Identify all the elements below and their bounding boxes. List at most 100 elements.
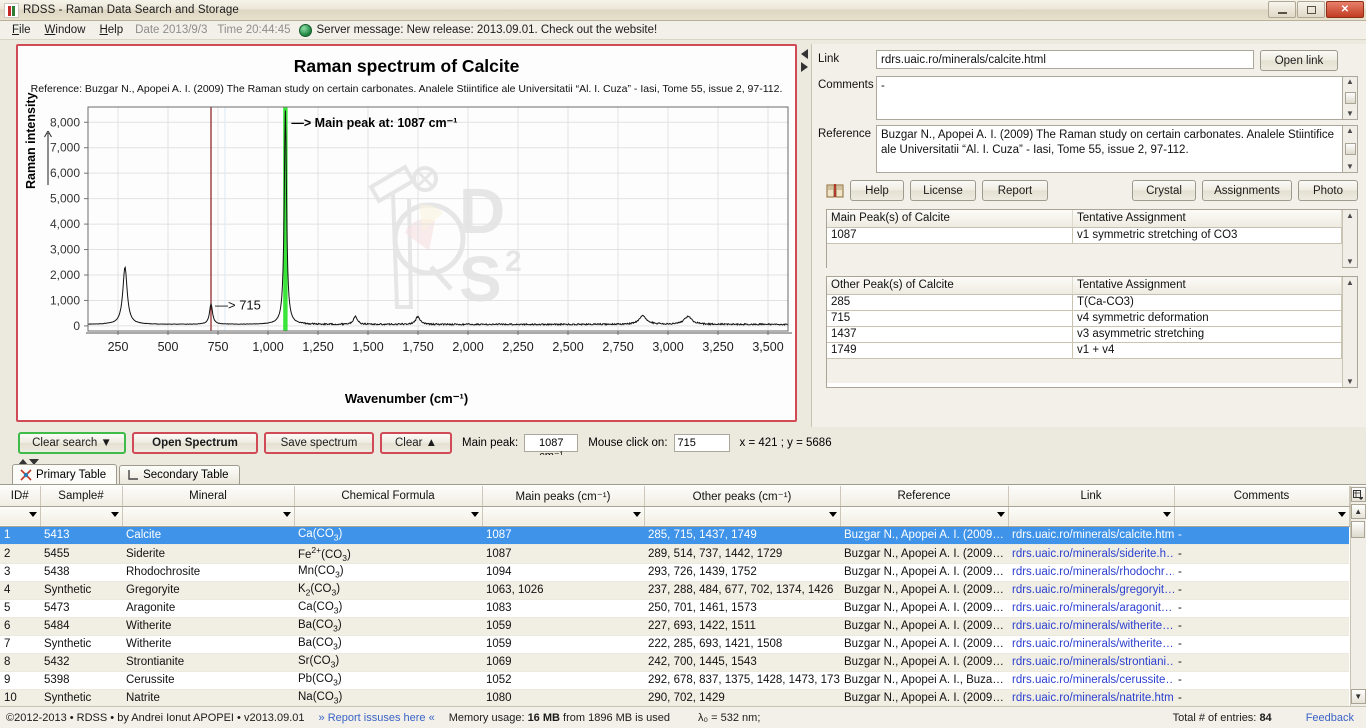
link-text[interactable]: rdrs.uaic.ro/minerals/calcite.html	[1012, 529, 1174, 541]
filter-dropdown-icon[interactable]	[632, 511, 641, 517]
save-spectrum-button[interactable]: Save spectrum	[264, 432, 374, 454]
expand-right-icon[interactable]	[800, 62, 808, 72]
table-row[interactable]: 1 5413 Calcite Ca(CO3) 1087 285, 715, 1437, 1…	[0, 526, 1349, 545]
scroll-up-icon[interactable]: ▲	[1346, 278, 1354, 287]
spectrum-plot[interactable]: 0 1,000 2,000 3,000 4,000 5,000 6,000 7,000 8,00…	[18, 101, 798, 389]
scroll-down-icon[interactable]: ▼	[1346, 257, 1354, 266]
menu-window[interactable]: Window	[38, 23, 93, 37]
filter-dropdown-icon[interactable]	[282, 511, 291, 517]
panel-splitter[interactable]	[797, 44, 811, 427]
maximize-button[interactable]	[1297, 1, 1325, 18]
mouse-click-input[interactable]	[673, 434, 730, 452]
filter-dropdown-icon[interactable]	[28, 511, 37, 517]
link-text[interactable]: rdrs.uaic.ro/minerals/siderite.h…	[1012, 548, 1174, 560]
report-issues-link[interactable]: » Report issuses here «	[319, 712, 435, 724]
minimize-button[interactable]	[1268, 1, 1296, 18]
comments-textarea[interactable]: -	[876, 76, 1343, 120]
link-text[interactable]: rdrs.uaic.ro/minerals/strontiani…	[1012, 656, 1174, 668]
clear-button[interactable]: Clear ▲	[380, 432, 452, 454]
filter-cell-0[interactable]	[0, 506, 41, 527]
table-row[interactable]: 5 5473 Aragonite Ca(CO3) 1083 250, 701, 1461,…	[0, 599, 1349, 618]
open-link-button[interactable]: Open link	[1260, 50, 1338, 71]
tab-secondary-table[interactable]: Secondary Table	[119, 465, 240, 484]
column-chooser-icon[interactable]	[1350, 487, 1366, 502]
link-text[interactable]: rdrs.uaic.ro/minerals/gregoryit…	[1012, 584, 1174, 596]
filter-cell-3[interactable]	[294, 506, 483, 527]
filter-cell-2[interactable]	[122, 506, 295, 527]
scroll-thumb[interactable]	[1344, 143, 1356, 155]
scroll-down-button[interactable]: ▼	[1350, 689, 1366, 704]
scroll-up-icon[interactable]: ▲	[1346, 127, 1354, 135]
filter-cell-5[interactable]	[644, 506, 841, 527]
filter-cell-1[interactable]	[40, 506, 123, 527]
collapse-left-icon[interactable]	[800, 49, 808, 59]
filter-cell-4[interactable]	[482, 506, 645, 527]
other-peaks-grid[interactable]: Other Peak(s) of Calcite Tentative Assig…	[826, 276, 1358, 388]
table-row[interactable]: 6 5484 Witherite Ba(CO3) 1059 227, 693, 1422,…	[0, 617, 1349, 636]
table-header-2[interactable]: Mineral	[122, 486, 295, 507]
close-button[interactable]: ✕	[1326, 1, 1364, 18]
assignments-button[interactable]: Assignments	[1202, 180, 1292, 201]
scroll-down-icon[interactable]: ▼	[1346, 110, 1354, 118]
clear-search-button[interactable]: Clear search ▼	[18, 432, 126, 454]
filter-cell-6[interactable]	[840, 506, 1009, 527]
filter-dropdown-icon[interactable]	[110, 511, 119, 517]
reference-scrollbar[interactable]: ▲ ▼	[1343, 125, 1358, 173]
table-header-3[interactable]: Chemical Formula	[294, 486, 483, 507]
table-header-6[interactable]: Reference	[840, 486, 1009, 507]
reference-textarea[interactable]: Buzgar N., Apopei A. I. (2009) The Raman…	[876, 125, 1343, 173]
scroll-down-icon[interactable]: ▼	[1346, 163, 1354, 171]
plot-area[interactable]: Raman intensity D S 2 0 1,000 2,000 3,00…	[18, 92, 798, 389]
table-header-7[interactable]: Link	[1008, 486, 1175, 507]
other-peaks-row[interactable]: 715 v4 symmetric deformation	[827, 311, 1342, 327]
table-header-1[interactable]: Sample#	[40, 486, 123, 507]
filter-dropdown-icon[interactable]	[1337, 511, 1346, 517]
photo-button[interactable]: Photo	[1298, 180, 1358, 201]
other-peaks-scrollbar[interactable]: ▲ ▼	[1342, 277, 1357, 387]
link-text[interactable]: rdrs.uaic.ro/minerals/witherite…	[1012, 638, 1174, 650]
main-peaks-row[interactable]: 1087 v1 symmetric stretching of CO3	[827, 228, 1342, 244]
table-filter-row[interactable]	[0, 506, 1350, 527]
menu-file[interactable]: File	[5, 23, 38, 37]
crystal-button[interactable]: Crystal	[1132, 180, 1196, 201]
horizontal-splitter[interactable]	[0, 455, 1366, 465]
table-row[interactable]: 7 Synthetic Witherite Ba(CO3) 1059 222, 285, …	[0, 635, 1349, 654]
menu-help[interactable]: Help	[92, 23, 130, 37]
tab-primary-table[interactable]: Primary Table	[12, 464, 118, 484]
link-text[interactable]: rdrs.uaic.ro/minerals/cerussite…	[1012, 674, 1174, 686]
feedback-link[interactable]: Feedback	[1306, 712, 1354, 724]
other-peaks-row[interactable]: 1749 v1 + v4	[827, 343, 1342, 359]
scroll-down-icon[interactable]: ▼	[1346, 377, 1354, 386]
scroll-up-icon[interactable]: ▲	[1346, 78, 1354, 86]
table-header-5[interactable]: Other peaks (cm⁻¹)	[644, 486, 841, 507]
open-spectrum-button[interactable]: Open Spectrum	[132, 432, 258, 454]
link-text[interactable]: rdrs.uaic.ro/minerals/natrite.html	[1012, 692, 1174, 704]
scroll-thumb[interactable]	[1344, 92, 1356, 104]
filter-dropdown-icon[interactable]	[1162, 511, 1171, 517]
filter-dropdown-icon[interactable]	[828, 511, 837, 517]
scroll-up-button[interactable]: ▲	[1350, 504, 1366, 519]
comments-scrollbar[interactable]: ▲ ▼	[1343, 76, 1358, 120]
results-table[interactable]: ID# Sample# Mineral Chemical Formula Main pe…	[0, 486, 1350, 706]
table-header-8[interactable]: Comments	[1174, 486, 1350, 507]
filter-dropdown-icon[interactable]	[996, 511, 1005, 517]
other-peaks-row[interactable]: 1437 v3 asymmetric stretching	[827, 327, 1342, 343]
table-row[interactable]: 4 Synthetic Gregoryite K2(CO3) 1063, 1026 237…	[0, 581, 1349, 600]
table-row[interactable]: 9 5398 Cerussite Pb(CO3) 1052 292, 678, 837, …	[0, 671, 1349, 690]
link-text[interactable]: rdrs.uaic.ro/minerals/aragonit…	[1012, 602, 1172, 614]
table-row[interactable]: 10 Synthetic Natrite Na(CO3) 1080 290, 702, 1…	[0, 689, 1349, 706]
filter-cell-7[interactable]	[1008, 506, 1175, 527]
other-peaks-row[interactable]: 285 T(Ca-CO3)	[827, 295, 1342, 311]
license-button[interactable]: License	[910, 180, 976, 201]
link-text[interactable]: rdrs.uaic.ro/minerals/witherite…	[1012, 620, 1174, 632]
scroll-thumb[interactable]	[1351, 521, 1366, 538]
table-row[interactable]: 2 5455 Siderite Fe2+(CO3) 1087 289, 514, 737,…	[0, 544, 1349, 564]
link-text[interactable]: rdrs.uaic.ro/minerals/rhodochr…	[1012, 566, 1174, 578]
spectrum-chart-panel[interactable]: Raman spectrum of Calcite Reference: Buz…	[16, 44, 798, 422]
help-button[interactable]: Help	[850, 180, 904, 201]
book-icon[interactable]	[826, 183, 844, 198]
report-button[interactable]: Report	[982, 180, 1048, 201]
table-vertical-scrollbar[interactable]: ▲ ▼	[1349, 486, 1366, 706]
main-peaks-grid[interactable]: Main Peak(s) of Calcite Tentative Assign…	[826, 209, 1358, 268]
table-row[interactable]: 8 5432 Strontianite Sr(CO3) 1069 242, 700, 14…	[0, 653, 1349, 672]
